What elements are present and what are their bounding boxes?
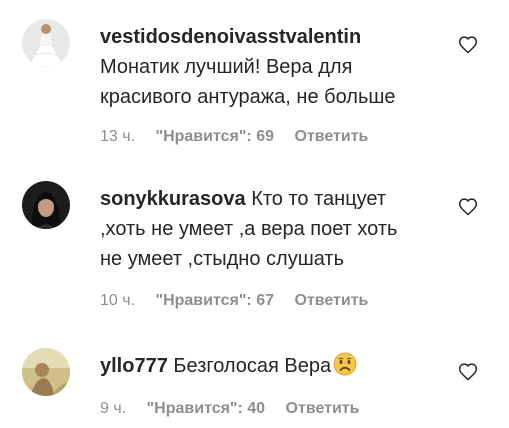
comment-text-line: не умеет ,стыдно слушать: [100, 248, 345, 270]
comment-text: vestidosdenoivasstvalentin Монатик лучши…: [100, 22, 445, 112]
user-avatar[interactable]: [22, 348, 70, 396]
comment-text-line: Безголосая Вера: [173, 355, 332, 377]
comment-text-line: Кто то танцует: [251, 188, 387, 210]
reply-button[interactable]: Ответить: [286, 400, 360, 417]
comment-likes[interactable]: "Нравится": 67: [155, 292, 274, 309]
comment-username[interactable]: yllo777: [100, 355, 168, 377]
comment-text-line: Монатик лучший! Вера для: [100, 56, 353, 78]
sad-face-emoji-icon: [333, 352, 357, 376]
woman-portrait-avatar-icon: [22, 181, 70, 229]
comment-username[interactable]: vestidosdenoivasstvalentin: [100, 26, 361, 48]
comment-meta: 9 ч. "Нравится": 40 Ответить: [100, 399, 375, 419]
comment-meta: 13 ч. "Нравится": 69 Ответить: [100, 127, 384, 147]
heart-outline-icon[interactable]: [458, 362, 478, 382]
reply-button[interactable]: Ответить: [294, 128, 368, 145]
comment-time[interactable]: 13 ч.: [100, 128, 135, 145]
comment-meta: 10 ч. "Нравится": 67 Ответить: [100, 291, 384, 311]
heart-outline-icon[interactable]: [458, 197, 478, 217]
outdoor-photo-avatar-icon: [22, 348, 70, 396]
heart-outline-icon[interactable]: [458, 35, 478, 55]
comment-text: yllo777 Безголосая Вера: [100, 351, 445, 381]
user-avatar[interactable]: [22, 181, 70, 229]
comment-likes[interactable]: "Нравится": 69: [155, 128, 274, 145]
comment-likes[interactable]: "Нравится": 40: [147, 400, 266, 417]
comment-username[interactable]: sonykkurasova: [100, 188, 246, 210]
bride-dress-avatar-icon: [22, 19, 70, 67]
comment-time[interactable]: 10 ч.: [100, 292, 135, 309]
comment-text: sonykkurasova Кто то танцует ,хоть не ум…: [100, 184, 445, 274]
reply-button[interactable]: Ответить: [294, 292, 368, 309]
comment-text-line: красивого антуража, не больше: [100, 86, 396, 108]
comment-text-line: ,хоть не умеет ,а вера поет хоть: [100, 218, 398, 240]
user-avatar[interactable]: [22, 19, 70, 67]
comment-time[interactable]: 9 ч.: [100, 400, 126, 417]
